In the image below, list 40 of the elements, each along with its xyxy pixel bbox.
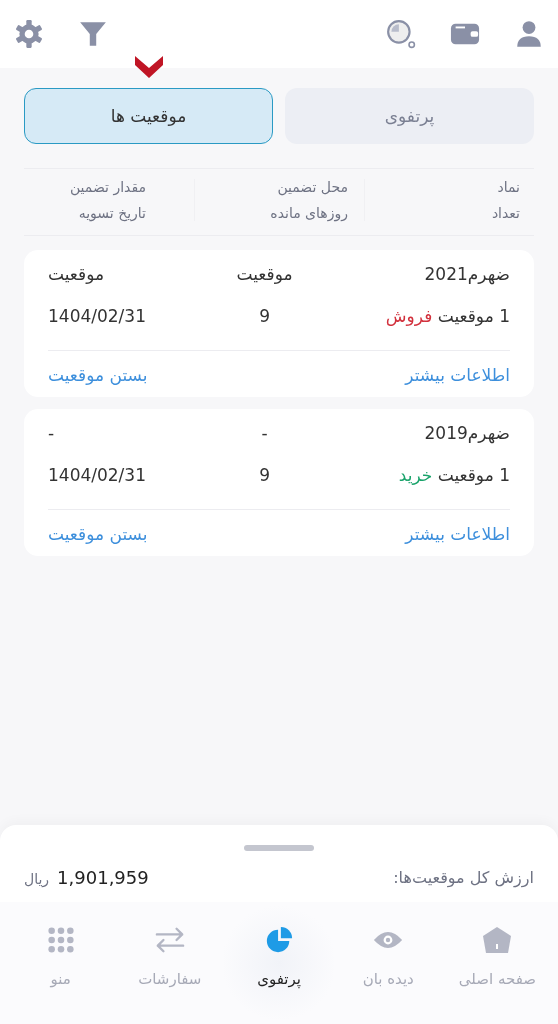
column-header: مقدار تضمین xyxy=(68,179,146,195)
days-text: 9 xyxy=(258,465,271,485)
symbol-text: ضهرم2021 xyxy=(423,264,510,284)
currency-text: ریال xyxy=(24,871,50,887)
home-icon xyxy=(482,925,513,954)
nav-item[interactable]: صفحه اصلی xyxy=(442,902,552,1024)
close-position-link[interactable]: بستن موقعیت xyxy=(48,524,148,544)
position-summary: 1 موقعیت فروش xyxy=(384,306,510,326)
column-header: تعداد xyxy=(490,205,520,221)
table-cell-text: موقعیت xyxy=(48,264,106,284)
more-info-link[interactable]: اطلاعات بیشتر xyxy=(405,365,510,385)
date-text: 1404/02/31 xyxy=(48,465,147,485)
search-icon[interactable] xyxy=(386,19,416,49)
user-icon[interactable] xyxy=(514,19,544,49)
column-header: روزهای مانده xyxy=(269,205,348,221)
tab[interactable]: موقعیت ها xyxy=(24,88,273,144)
grid-icon xyxy=(45,925,76,954)
total-value: 1,901,959 xyxy=(57,867,149,888)
table-cell-text: - xyxy=(260,423,269,443)
nav-item[interactable]: منو xyxy=(6,902,116,1024)
tab[interactable]: پرتفوی xyxy=(285,88,534,144)
table-cell-text: موقعیت xyxy=(235,264,294,284)
symbol-text: ضهرم2019 xyxy=(423,423,510,443)
nav-item[interactable]: سفارشات xyxy=(115,902,225,1024)
more-info-link[interactable]: اطلاعات بیشتر xyxy=(405,524,510,544)
settings-icon[interactable] xyxy=(14,19,44,49)
column-header: نماد xyxy=(496,179,520,195)
column-header: تاریخ تسویه xyxy=(77,205,146,221)
position-summary: 1 موقعیت خرید xyxy=(397,465,510,485)
close-position-link[interactable]: بستن موقعیت xyxy=(48,365,148,385)
table-cell-text: - xyxy=(48,423,56,443)
chevron-down-icon xyxy=(134,56,163,78)
swap-arrows-icon xyxy=(154,925,185,954)
date-text: 1404/02/31 xyxy=(48,306,147,326)
pie-chart-icon xyxy=(264,925,294,954)
column-header: محل تضمین xyxy=(276,179,348,195)
days-text: 9 xyxy=(258,306,271,326)
filter-icon[interactable] xyxy=(78,19,108,49)
total-label: ارزش کل موقعیت‌ها: xyxy=(393,868,534,887)
sheet-handle[interactable] xyxy=(244,845,314,851)
